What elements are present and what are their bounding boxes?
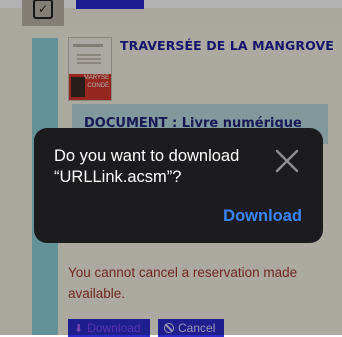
close-icon[interactable] [274, 148, 300, 174]
dialog-message: Do you want to download “URLLink.acsm”? [54, 147, 240, 186]
download-dialog: Do you want to download “URLLink.acsm”? … [34, 128, 323, 243]
dialog-download-button[interactable]: Download [223, 207, 302, 226]
